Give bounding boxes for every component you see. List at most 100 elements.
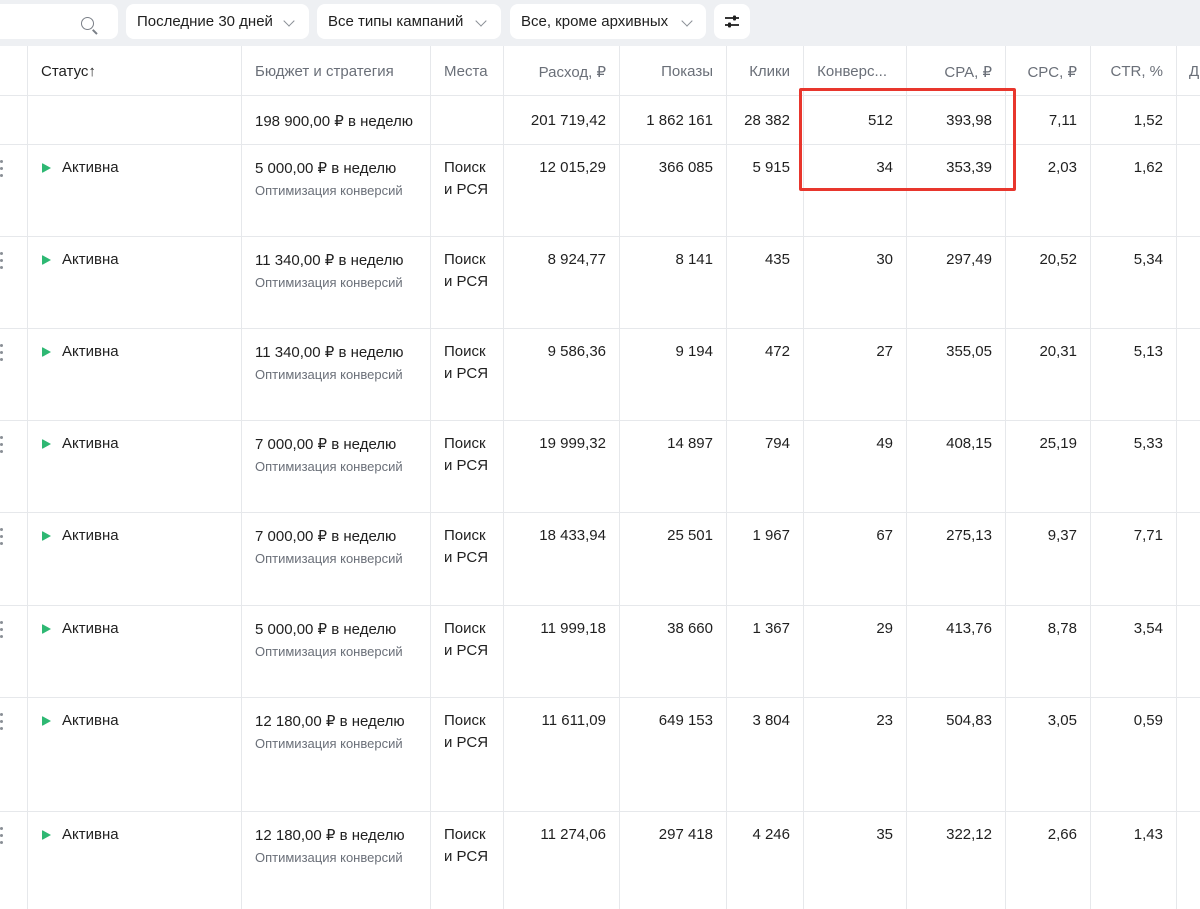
status-active-icon	[42, 347, 51, 357]
campaign-clicks: 4 246	[752, 826, 790, 843]
column-header-cpa[interactable]: CPA, ₽	[906, 63, 992, 81]
campaign-conversions: 49	[876, 435, 893, 452]
archive-filter-select[interactable]: Все, кроме архивных	[510, 4, 706, 39]
campaign-spend: 11 611,09	[541, 712, 606, 729]
campaign-clicks: 3 804	[752, 712, 790, 729]
column-header-places[interactable]: Места	[444, 63, 488, 80]
campaign-cpc: 9,37	[1047, 527, 1077, 544]
totals-conversions: 512	[867, 112, 893, 129]
campaign-conversions: 30	[876, 251, 893, 268]
column-header-ctr[interactable]: CTR, %	[1090, 63, 1164, 80]
campaign-cpc: 2,66	[1047, 826, 1077, 843]
campaign-clicks: 5 915	[752, 159, 790, 176]
campaign-status: Активна	[62, 251, 119, 268]
column-header-impressions[interactable]: Показы	[619, 63, 713, 80]
search-input[interactable]	[0, 4, 118, 39]
campaign-ctr: 3,54	[1133, 620, 1163, 637]
campaign-conversions: 67	[876, 527, 893, 544]
campaign-cpa: 275,13	[946, 527, 992, 544]
campaign-clicks: 435	[764, 251, 790, 268]
campaign-budget[interactable]: 11 340,00 ₽ в неделю	[255, 343, 404, 361]
campaign-type-select[interactable]: Все типы кампаний	[317, 4, 501, 39]
campaign-budget[interactable]: 11 340,00 ₽ в неделю	[255, 251, 404, 269]
campaign-clicks: 794	[764, 435, 790, 452]
campaign-ctr: 7,71	[1133, 527, 1163, 544]
totals-cpc: 7,11	[1048, 112, 1077, 129]
campaign-status: Активна	[62, 159, 119, 176]
totals-impressions: 1 862 161	[646, 112, 713, 129]
campaign-budget[interactable]: 7 000,00 ₽ в неделю	[255, 435, 396, 453]
campaign-clicks: 472	[764, 343, 790, 360]
totals-ctr: 1,52	[1133, 112, 1163, 129]
campaign-places-line2: и РСЯ	[444, 365, 489, 382]
status-active-icon	[42, 716, 51, 726]
sliders-icon	[725, 15, 739, 28]
campaign-impressions: 14 897	[667, 435, 713, 452]
row-divider	[0, 236, 1200, 237]
campaign-places: Поиск	[444, 435, 486, 452]
campaign-strategy: Оптимизация конверсий	[255, 183, 403, 198]
row-menu-icon[interactable]	[0, 827, 4, 845]
row-menu-icon[interactable]	[0, 252, 4, 270]
row-menu-icon[interactable]	[0, 528, 4, 546]
campaign-places-line2: и РСЯ	[444, 181, 489, 198]
column-header-conversions[interactable]: Конверс...	[803, 63, 887, 80]
campaign-budget[interactable]: 5 000,00 ₽ в неделю	[255, 159, 396, 177]
row-menu-icon[interactable]	[0, 621, 4, 639]
column-header-budget[interactable]: Бюджет и стратегия	[255, 63, 394, 80]
column-header-clicks[interactable]: Клики	[726, 63, 790, 80]
campaign-places-line2: и РСЯ	[444, 734, 489, 751]
campaign-conversions: 23	[876, 712, 893, 729]
status-active-icon	[42, 624, 51, 634]
campaign-status: Активна	[62, 712, 119, 729]
search-icon[interactable]	[81, 17, 94, 30]
row-menu-icon[interactable]	[0, 344, 4, 362]
campaign-strategy: Оптимизация конверсий	[255, 459, 403, 474]
campaign-places: Поиск	[444, 251, 486, 268]
column-header-more[interactable]: Д	[1189, 63, 1199, 80]
campaign-places-line2: и РСЯ	[444, 642, 489, 659]
campaign-ctr: 1,62	[1133, 159, 1163, 176]
campaign-strategy: Оптимизация конверсий	[255, 850, 403, 865]
status-active-icon	[42, 439, 51, 449]
campaign-conversions: 34	[876, 159, 893, 176]
campaign-impressions: 366 085	[658, 159, 713, 176]
row-menu-icon[interactable]	[0, 713, 4, 731]
status-active-icon	[42, 531, 51, 541]
campaign-status: Активна	[62, 343, 119, 360]
campaign-cpa: 353,39	[946, 159, 992, 176]
row-menu-icon[interactable]	[0, 436, 4, 454]
campaign-spend: 11 274,06	[540, 826, 606, 843]
campaign-cpa: 322,12	[946, 826, 992, 843]
campaign-cpc: 2,03	[1047, 159, 1077, 176]
campaign-status: Активна	[62, 527, 119, 544]
campaign-strategy: Оптимизация конверсий	[255, 275, 403, 290]
campaign-budget[interactable]: 12 180,00 ₽ в неделю	[255, 712, 405, 730]
column-header-spend[interactable]: Расход, ₽	[503, 63, 606, 81]
campaign-impressions: 9 194	[675, 343, 713, 360]
column-settings-button[interactable]	[714, 4, 750, 39]
row-menu-icon[interactable]	[0, 160, 4, 178]
campaign-status: Активна	[62, 620, 119, 637]
status-active-icon	[42, 255, 51, 265]
campaign-ctr: 5,34	[1133, 251, 1163, 268]
campaign-budget[interactable]: 5 000,00 ₽ в неделю	[255, 620, 396, 638]
campaign-places: Поиск	[444, 826, 486, 843]
campaign-strategy: Оптимизация конверсий	[255, 367, 403, 382]
campaign-places: Поиск	[444, 343, 486, 360]
chevron-down-icon	[681, 15, 693, 27]
campaign-type-select-label: Все типы кампаний	[328, 13, 464, 30]
column-header-cpc[interactable]: CPC, ₽	[1005, 63, 1077, 81]
status-active-icon	[42, 830, 51, 840]
campaign-budget[interactable]: 7 000,00 ₽ в неделю	[255, 527, 396, 545]
campaign-status: Активна	[62, 435, 119, 452]
campaign-ctr: 0,59	[1133, 712, 1163, 729]
campaign-clicks: 1 367	[752, 620, 790, 637]
column-header-status[interactable]: Статус↑	[41, 63, 96, 80]
campaign-budget[interactable]: 12 180,00 ₽ в неделю	[255, 826, 405, 844]
row-divider	[0, 512, 1200, 513]
campaign-impressions: 25 501	[667, 527, 713, 544]
period-select[interactable]: Последние 30 дней	[126, 4, 309, 39]
campaign-places: Поиск	[444, 159, 486, 176]
campaign-cpa: 504,83	[946, 712, 992, 729]
